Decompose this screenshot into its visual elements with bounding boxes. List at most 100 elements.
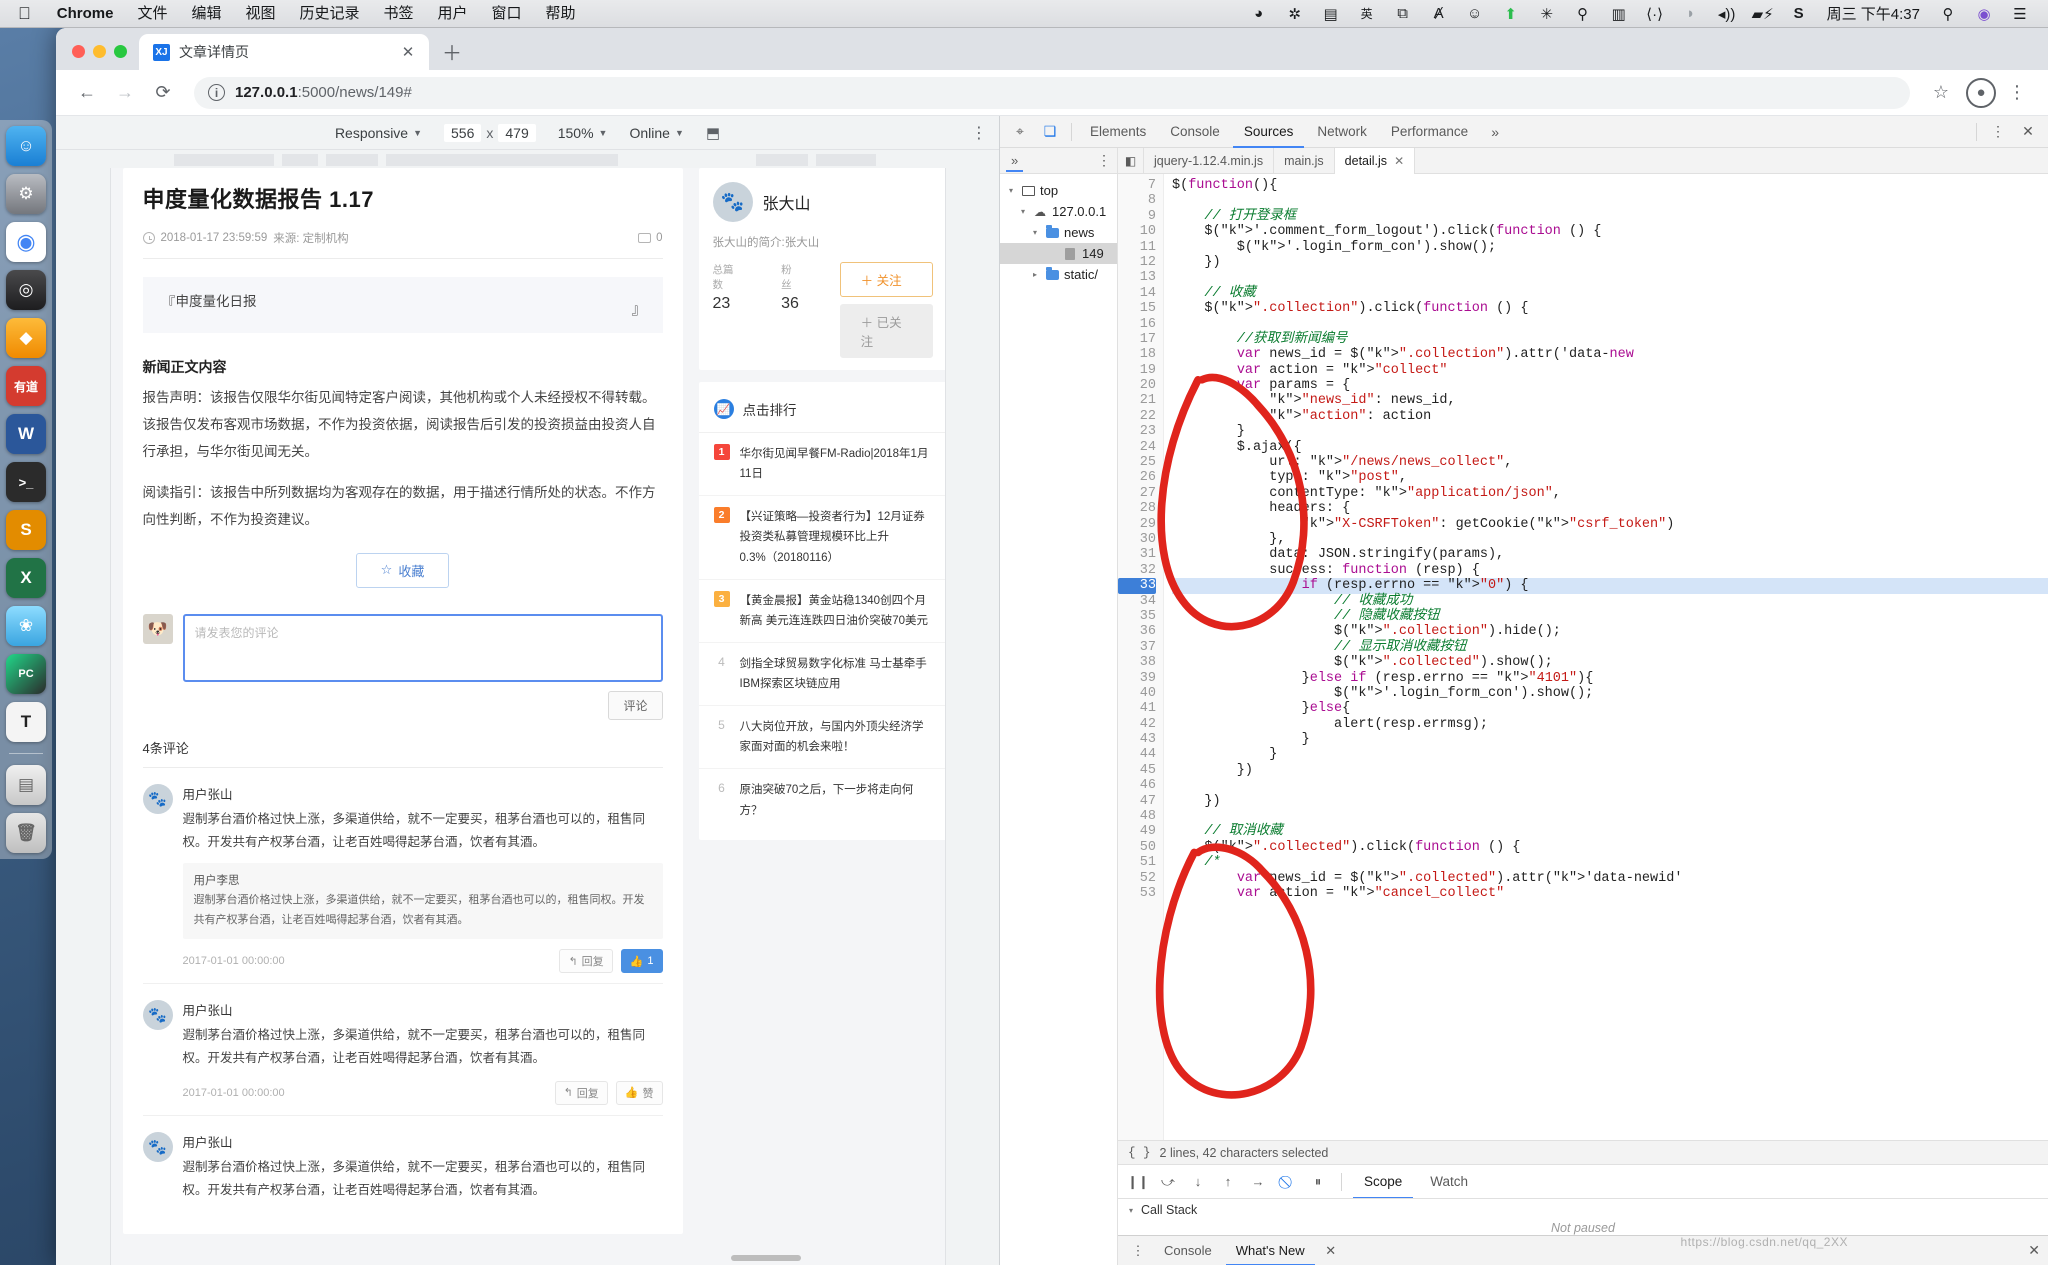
tab-console[interactable]: Console bbox=[1159, 116, 1231, 148]
arrow-up-icon[interactable]: ⬆ bbox=[1498, 4, 1524, 24]
line-number[interactable]: 26 bbox=[1118, 470, 1156, 485]
dock-item-font-book[interactable]: T bbox=[6, 702, 46, 742]
battery-charging-icon[interactable]: ▰⚡ bbox=[1750, 4, 1776, 24]
line-number[interactable]: 32 bbox=[1118, 563, 1156, 578]
follow-button[interactable]: ＋ 关注 bbox=[839, 262, 933, 297]
menu-item-help[interactable]: 帮助 bbox=[534, 0, 588, 28]
line-number[interactable]: 23 bbox=[1118, 424, 1156, 439]
dock-item-safari-beta[interactable]: ◎ bbox=[6, 270, 46, 310]
line-number[interactable]: 35 bbox=[1118, 609, 1156, 624]
keyboard-layout-icon[interactable]: ▤ bbox=[1318, 4, 1344, 24]
inspect-element-icon[interactable]: ⌖ bbox=[1006, 120, 1034, 144]
code-line[interactable]: "k">"news_id": news_id, bbox=[1172, 393, 2048, 408]
code-line[interactable]: "k">"action": action bbox=[1172, 409, 2048, 424]
line-number[interactable]: 33 bbox=[1118, 578, 1156, 594]
bluetooth-icon[interactable]: ✳ bbox=[1534, 4, 1560, 24]
tree-item-news[interactable]: ▾ news bbox=[1000, 222, 1117, 243]
code-line[interactable]: type: "k">"post", bbox=[1172, 470, 2048, 485]
tree-item-static[interactable]: ▸ static/ bbox=[1000, 264, 1117, 285]
tab-performance[interactable]: Performance bbox=[1380, 116, 1479, 148]
close-icon[interactable]: ✕ bbox=[1319, 1239, 1343, 1263]
line-number[interactable]: 39 bbox=[1118, 671, 1156, 686]
code-line[interactable]: var action = "k">"collect" bbox=[1172, 363, 2048, 378]
line-number[interactable]: 40 bbox=[1118, 686, 1156, 701]
followed-button[interactable]: ＋ 已关注 bbox=[839, 304, 933, 358]
code-content[interactable]: $(function(){ // 打开登录框 $("k">'.comment_f… bbox=[1164, 174, 2048, 1140]
tab-network[interactable]: Network bbox=[1306, 116, 1378, 148]
source-tab-detail[interactable]: detail.js ✕ bbox=[1334, 147, 1416, 174]
code-line[interactable]: var action = "k">"cancel_collect" bbox=[1172, 886, 2048, 901]
pause-icon[interactable]: ❙❙ bbox=[1126, 1170, 1150, 1194]
menu-item-history[interactable]: 历史记录 bbox=[287, 0, 371, 28]
line-number[interactable]: 9 bbox=[1118, 209, 1156, 224]
line-number[interactable]: 53 bbox=[1118, 886, 1156, 901]
line-number[interactable]: 42 bbox=[1118, 717, 1156, 732]
tab-elements[interactable]: Elements bbox=[1079, 116, 1157, 148]
line-number[interactable]: 46 bbox=[1118, 778, 1156, 793]
code-line[interactable] bbox=[1172, 193, 2048, 208]
dock-item-youdao-dict[interactable]: 有道 bbox=[6, 366, 46, 406]
window-maximize-button[interactable] bbox=[114, 45, 127, 58]
line-number[interactable]: 29 bbox=[1118, 517, 1156, 532]
code-line[interactable]: contentType: "k">"application/json", bbox=[1172, 486, 2048, 501]
line-number[interactable]: 10 bbox=[1118, 224, 1156, 239]
chevron-double-right-icon[interactable]: » bbox=[1481, 120, 1509, 144]
line-number[interactable]: 44 bbox=[1118, 747, 1156, 762]
kebab-menu-icon[interactable]: ⋮ bbox=[1984, 120, 2012, 144]
drawer-tab-console[interactable]: Console bbox=[1154, 1236, 1222, 1265]
comment-like-button[interactable]: 👍 1 bbox=[620, 949, 663, 974]
ranking-item[interactable]: 2 【兴证策略—投资者行为】12月证券投资类私募管理规模环比上升0.3%（201… bbox=[698, 496, 945, 580]
source-tab-jquery[interactable]: jquery-1.12.4.min.js bbox=[1144, 147, 1275, 174]
back-arrow-icon[interactable]: ← bbox=[70, 76, 104, 110]
code-line[interactable]: }else{ bbox=[1172, 701, 2048, 716]
line-number[interactable]: 36 bbox=[1118, 624, 1156, 639]
line-number[interactable]: 21 bbox=[1118, 393, 1156, 408]
code-line[interactable]: // 收藏 bbox=[1172, 286, 2048, 301]
pretty-print-braces-icon[interactable]: { } bbox=[1128, 1146, 1151, 1160]
menu-item-window[interactable]: 窗口 bbox=[480, 0, 534, 28]
line-number[interactable]: 49 bbox=[1118, 824, 1156, 839]
code-line[interactable]: // 打开登录框 bbox=[1172, 209, 2048, 224]
device-selector[interactable]: Responsive ▼ bbox=[335, 125, 422, 141]
line-number[interactable]: 15 bbox=[1118, 301, 1156, 316]
line-number[interactable]: 27 bbox=[1118, 486, 1156, 501]
close-icon[interactable]: ✕ bbox=[1394, 148, 1404, 174]
code-line[interactable]: headers: { bbox=[1172, 501, 2048, 516]
control-center-icon[interactable]: ☰ bbox=[2007, 4, 2033, 24]
code-line[interactable]: //获取到新闻编号 bbox=[1172, 332, 2048, 347]
apple-menu-icon[interactable]:  bbox=[10, 0, 45, 28]
window-minimize-button[interactable] bbox=[93, 45, 106, 58]
search-icon[interactable]: ⚲ bbox=[1935, 4, 1961, 24]
code-line[interactable]: }, bbox=[1172, 532, 2048, 547]
zoom-selector[interactable]: 150% ▼ bbox=[558, 125, 608, 141]
chevron-double-right-icon[interactable]: » bbox=[1006, 149, 1023, 172]
close-icon[interactable]: ✕ bbox=[2014, 120, 2042, 144]
line-number[interactable]: 14 bbox=[1118, 286, 1156, 301]
code-line[interactable] bbox=[1172, 317, 2048, 332]
dock-item-sublime-text[interactable]: S bbox=[6, 510, 46, 550]
code-line[interactable]: $("k">'.login_form_con').show(); bbox=[1172, 240, 2048, 255]
comment-like-button[interactable]: 👍 赞 bbox=[615, 1080, 663, 1105]
menu-item-chrome[interactable]: Chrome bbox=[45, 0, 126, 28]
code-line[interactable]: var params = { bbox=[1172, 378, 2048, 393]
code-editor[interactable]: 7 8 9 10 11 12 13 14 15 16 17 18 19 20 21 22 23 24 25 26 27 2… bbox=[1118, 174, 2048, 1140]
browser-tab[interactable]: XJ 文章详情页 ✕ bbox=[139, 34, 429, 70]
dock-item-finder[interactable]: ☺ bbox=[6, 126, 46, 166]
code-line[interactable]: } bbox=[1172, 732, 2048, 747]
line-number[interactable]: 52 bbox=[1118, 871, 1156, 886]
line-number[interactable]: 34 bbox=[1118, 594, 1156, 609]
forward-arrow-icon[interactable]: → bbox=[108, 76, 142, 110]
code-line[interactable]: data: JSON.stringify(params), bbox=[1172, 547, 2048, 562]
code-line[interactable]: }) bbox=[1172, 255, 2048, 270]
device-toolbar-icon[interactable]: ❏ bbox=[1036, 120, 1064, 144]
drawer-tab-whats-new[interactable]: What's New bbox=[1226, 1236, 1315, 1265]
menu-item-user[interactable]: 用户 bbox=[426, 0, 480, 28]
comment-input[interactable]: 请发表您的评论 bbox=[182, 613, 663, 682]
tree-item-149[interactable]: 149 bbox=[1000, 243, 1117, 264]
close-icon[interactable]: ✕ bbox=[397, 41, 419, 63]
line-number[interactable]: 31 bbox=[1118, 547, 1156, 562]
volume-icon[interactable]: ◂)) bbox=[1714, 4, 1740, 24]
line-number[interactable]: 30 bbox=[1118, 532, 1156, 547]
dock-item-microsoft-word[interactable]: W bbox=[6, 414, 46, 454]
dock-item-system-preferences[interactable]: ⚙ bbox=[6, 174, 46, 214]
